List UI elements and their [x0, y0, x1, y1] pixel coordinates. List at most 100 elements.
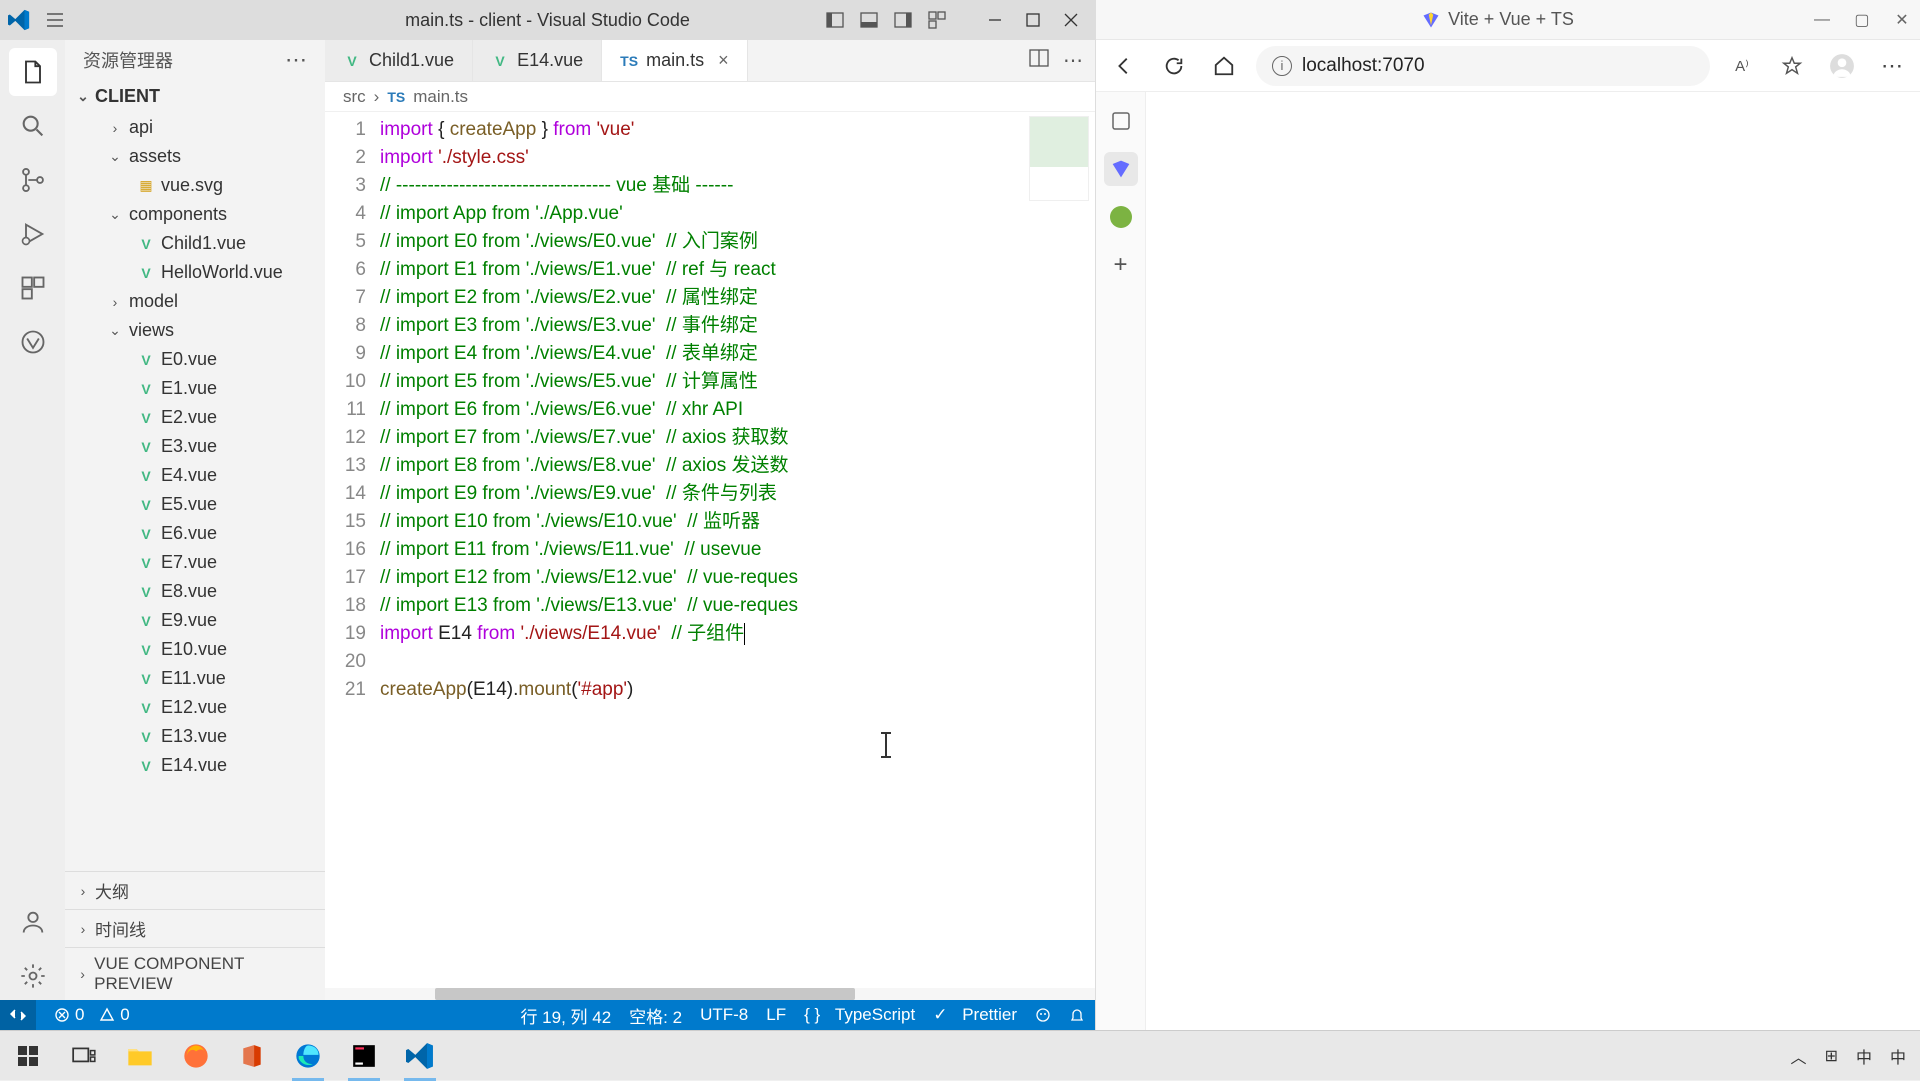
line-gutter: 123456789101112131415161718192021 [325, 112, 380, 988]
sidebar-tab-icon[interactable] [1104, 104, 1138, 138]
file-e8-vue[interactable]: VE8.vue [65, 577, 325, 606]
start-button[interactable] [0, 1031, 56, 1081]
status-bell-icon[interactable] [1069, 1007, 1085, 1023]
taskbar-firefox[interactable] [168, 1031, 224, 1081]
folder-root[interactable]: ⌄CLIENT [65, 80, 325, 113]
vue-preview-section[interactable]: ›VUE COMPONENT PREVIEW [65, 947, 325, 1000]
home-button[interactable] [1206, 48, 1242, 84]
status-encoding[interactable]: UTF-8 [700, 1005, 748, 1025]
browser-close-button[interactable]: ✕ [1892, 10, 1912, 30]
file-e11-vue[interactable]: VE11.vue [65, 664, 325, 693]
browser-more-icon[interactable]: ⋯ [1874, 48, 1910, 84]
taskbar-file-explorer[interactable] [112, 1031, 168, 1081]
activity-debug-icon[interactable] [9, 210, 57, 258]
system-tray[interactable]: ︿ ⊞ 中 中 [1791, 1044, 1920, 1068]
file-e9-vue[interactable]: VE9.vue [65, 606, 325, 635]
vscode-window: main.ts - client - Visual Studio Code [0, 0, 1095, 1030]
favorites-icon[interactable] [1774, 48, 1810, 84]
file-e2-vue[interactable]: VE2.vue [65, 403, 325, 432]
ime-indicator-2[interactable]: 中 [1890, 1044, 1906, 1068]
explorer-more-icon[interactable]: ⋯ [285, 47, 307, 73]
timeline-section[interactable]: ›时间线 [65, 909, 325, 947]
layout-panel-left-icon[interactable] [823, 8, 847, 32]
address-bar[interactable]: i localhost:7070 [1256, 46, 1710, 86]
minimap[interactable] [1029, 116, 1089, 201]
file-e4-vue[interactable]: VE4.vue [65, 461, 325, 490]
activity-extensions-icon[interactable] [9, 264, 57, 312]
site-info-icon[interactable]: i [1272, 56, 1292, 76]
outline-section[interactable]: ›大纲 [65, 871, 325, 909]
layout-panel-bottom-icon[interactable] [857, 8, 881, 32]
file-e10-vue[interactable]: VE10.vue [65, 635, 325, 664]
vite-logo-icon [1422, 11, 1440, 29]
folder-components[interactable]: ⌄components [65, 200, 325, 229]
tab-main-ts[interactable]: TSmain.ts× [602, 40, 748, 81]
maximize-button[interactable] [1017, 4, 1049, 36]
status-indent[interactable]: 空格: 2 [629, 1003, 682, 1028]
file-e5-vue[interactable]: VE5.vue [65, 490, 325, 519]
taskbar-vscode[interactable] [392, 1031, 448, 1081]
activity-scm-icon[interactable] [9, 156, 57, 204]
taskbar-edge[interactable] [280, 1031, 336, 1081]
activity-settings-icon[interactable] [9, 952, 57, 1000]
status-eol[interactable]: LF [766, 1005, 786, 1025]
status-problems[interactable]: 0 0 [54, 1005, 130, 1025]
tab-child1[interactable]: VChild1.vue [325, 40, 473, 81]
browser-viewport[interactable] [1146, 92, 1920, 1030]
file-e0-vue[interactable]: VE0.vue [65, 345, 325, 374]
ime-indicator-1[interactable]: 中 [1856, 1044, 1872, 1068]
close-button[interactable] [1055, 4, 1087, 36]
tray-grid-icon[interactable]: ⊞ [1825, 1046, 1838, 1066]
folder-api[interactable]: ›api [65, 113, 325, 142]
task-view-icon[interactable] [56, 1031, 112, 1081]
read-aloud-icon[interactable]: A⁾ [1724, 48, 1760, 84]
file-e13-vue[interactable]: VE13.vue [65, 722, 325, 751]
folder-views[interactable]: ⌄views [65, 316, 325, 345]
code-editor[interactable]: 123456789101112131415161718192021 import… [325, 112, 1095, 988]
tab-e14[interactable]: VE14.vue [473, 40, 602, 81]
horizontal-scrollbar[interactable] [325, 988, 1095, 1000]
text-cursor-icon [885, 732, 887, 758]
browser-minimize-button[interactable]: — [1812, 10, 1832, 30]
file-e7-vue[interactable]: VE7.vue [65, 548, 325, 577]
file-helloworld[interactable]: VHelloWorld.vue [65, 258, 325, 287]
refresh-button[interactable] [1156, 48, 1192, 84]
status-feedback-icon[interactable] [1035, 1007, 1051, 1023]
file-e12-vue[interactable]: VE12.vue [65, 693, 325, 722]
tab-close-icon[interactable]: × [718, 50, 729, 71]
split-editor-icon[interactable] [1029, 48, 1049, 73]
file-e6-vue[interactable]: VE6.vue [65, 519, 325, 548]
taskbar-intellij[interactable] [336, 1031, 392, 1081]
minimize-button[interactable] [979, 4, 1011, 36]
file-e1-vue[interactable]: VE1.vue [65, 374, 325, 403]
sidebar-vite-tab[interactable] [1104, 152, 1138, 186]
hamburger-menu-icon[interactable] [46, 11, 64, 29]
tray-chevron-icon[interactable]: ︿ [1791, 1044, 1807, 1068]
file-child1[interactable]: VChild1.vue [65, 229, 325, 258]
file-e3-vue[interactable]: VE3.vue [65, 432, 325, 461]
status-prettier[interactable]: ✓ Prettier [933, 1005, 1017, 1025]
activity-search-icon[interactable] [9, 102, 57, 150]
remote-indicator[interactable] [0, 1000, 36, 1030]
file-e14-vue[interactable]: VE14.vue [65, 751, 325, 780]
activity-account-icon[interactable] [9, 898, 57, 946]
sidebar-add-tab[interactable]: + [1104, 248, 1138, 282]
browser-tab-title: Vite + Vue + TS [1448, 9, 1574, 30]
back-button[interactable] [1106, 48, 1142, 84]
browser-maximize-button[interactable]: ▢ [1852, 10, 1872, 30]
window-title: main.ts - client - Visual Studio Code [405, 10, 690, 31]
sidebar-green-tab[interactable] [1104, 200, 1138, 234]
breadcrumb[interactable]: src›TSmain.ts [325, 82, 1095, 112]
file-vue-svg[interactable]: ▦vue.svg [65, 171, 325, 200]
customize-layout-icon[interactable] [925, 8, 949, 32]
profile-icon[interactable] [1824, 48, 1860, 84]
activity-vue-icon[interactable] [9, 318, 57, 366]
folder-model[interactable]: ›model [65, 287, 325, 316]
layout-panel-right-icon[interactable] [891, 8, 915, 32]
taskbar-office[interactable] [224, 1031, 280, 1081]
editor-more-icon[interactable]: ⋯ [1063, 48, 1083, 73]
folder-assets[interactable]: ⌄assets [65, 142, 325, 171]
status-lang[interactable]: { } TypeScript [804, 1005, 915, 1025]
status-cursor-pos[interactable]: 行 19, 列 42 [520, 1003, 611, 1028]
activity-explorer-icon[interactable] [9, 48, 57, 96]
